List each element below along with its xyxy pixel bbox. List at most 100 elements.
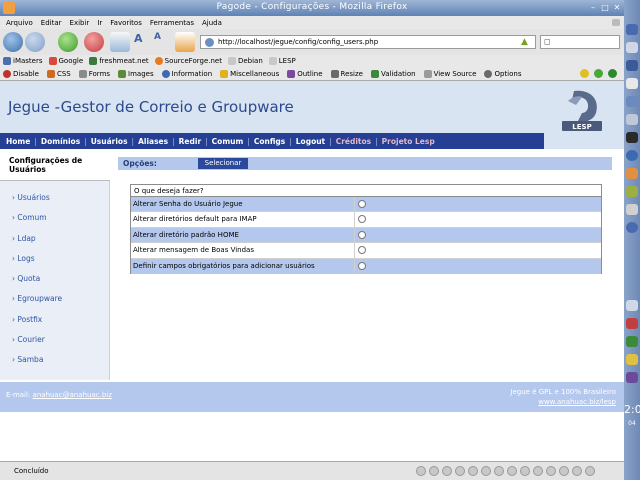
panel-app-icon[interactable] bbox=[626, 60, 638, 71]
status-icon[interactable] bbox=[494, 466, 504, 476]
select-button[interactable]: Selecionar bbox=[198, 158, 248, 169]
dev-view-source[interactable]: View Source bbox=[423, 69, 476, 78]
nav-configs[interactable]: Configs bbox=[254, 137, 285, 146]
choice-radio[interactable] bbox=[358, 230, 366, 239]
site-link[interactable]: www.anahuac.biz/lesp bbox=[538, 398, 616, 406]
nav-home[interactable]: Home bbox=[6, 137, 30, 146]
js-check-icon[interactable] bbox=[608, 69, 617, 78]
minimize-icon[interactable]: – bbox=[588, 3, 598, 13]
resize-icon bbox=[330, 69, 339, 78]
panel-app-icon[interactable] bbox=[626, 114, 638, 125]
nav-dominios[interactable]: Domínios bbox=[41, 137, 80, 146]
status-icon[interactable] bbox=[520, 466, 530, 476]
menu-ferramentas[interactable]: Ferramentas bbox=[150, 19, 194, 27]
sidebar-item-courier[interactable]: › Courier bbox=[0, 335, 110, 355]
css-check-icon[interactable] bbox=[580, 69, 589, 78]
menu-ajuda[interactable]: Ajuda bbox=[202, 19, 222, 27]
home-icon[interactable] bbox=[110, 32, 130, 52]
bookmark-lesp[interactable]: LESP bbox=[268, 57, 296, 65]
sidebar-item-comum[interactable]: › Comum bbox=[0, 213, 110, 233]
sidebar-item-egroupware[interactable]: › Egroupware bbox=[0, 294, 110, 314]
maximize-icon[interactable]: □ bbox=[600, 3, 610, 13]
panel-app-icon[interactable] bbox=[626, 372, 638, 383]
panel-app-icon[interactable] bbox=[626, 96, 638, 107]
menu-favoritos[interactable]: Favoritos bbox=[110, 19, 142, 27]
stop-icon[interactable] bbox=[84, 32, 104, 52]
forward-icon[interactable] bbox=[25, 32, 45, 52]
back-icon[interactable] bbox=[3, 32, 23, 52]
status-icon[interactable] bbox=[559, 466, 569, 476]
dev-options[interactable]: Options bbox=[484, 69, 521, 78]
status-icon[interactable] bbox=[468, 466, 478, 476]
sidebar-item-samba[interactable]: › Samba bbox=[0, 355, 110, 375]
choice-radio[interactable] bbox=[358, 215, 366, 224]
bookmark-sourceforge[interactable]: SourceForge.net bbox=[154, 57, 222, 65]
search-box[interactable]: ◻ bbox=[540, 35, 620, 49]
panel-app-icon[interactable] bbox=[626, 150, 638, 161]
panel-app-icon[interactable] bbox=[626, 168, 638, 179]
bookmark-imasters[interactable]: iMasters bbox=[3, 57, 43, 65]
dev-validation[interactable]: Validation bbox=[370, 69, 416, 78]
panel-app-icon[interactable] bbox=[626, 132, 638, 143]
text-smaller-icon[interactable]: A bbox=[154, 32, 174, 52]
nav-projeto-lesp[interactable]: Projeto Lesp bbox=[382, 137, 435, 146]
menu-editar[interactable]: Editar bbox=[41, 19, 62, 27]
print-icon[interactable] bbox=[175, 32, 195, 52]
email-link[interactable]: anahuac@anahuac.biz bbox=[33, 391, 112, 399]
panel-app-icon[interactable] bbox=[626, 24, 638, 35]
dev-resize[interactable]: Resize bbox=[330, 69, 363, 78]
panel-app-icon[interactable] bbox=[626, 318, 638, 329]
dev-css[interactable]: CSS bbox=[46, 69, 71, 78]
status-icon[interactable] bbox=[572, 466, 582, 476]
sidebar-item-logs[interactable]: › Logs bbox=[0, 254, 110, 274]
panel-app-icon[interactable] bbox=[626, 336, 638, 347]
nav-comum[interactable]: Comum bbox=[212, 137, 244, 146]
dev-forms[interactable]: Forms bbox=[78, 69, 110, 78]
status-icon[interactable] bbox=[533, 466, 543, 476]
nav-usuarios[interactable]: Usuários bbox=[91, 137, 128, 146]
sidebar-item-quota[interactable]: › Quota bbox=[0, 274, 110, 294]
panel-app-icon[interactable] bbox=[626, 78, 638, 89]
nav-redir[interactable]: Redir bbox=[179, 137, 202, 146]
choice-radio[interactable] bbox=[358, 246, 366, 255]
panel-app-icon[interactable] bbox=[626, 222, 638, 233]
sidebar-item-usuarios[interactable]: › Usuários bbox=[0, 193, 110, 213]
menu-exibir[interactable]: Exibir bbox=[70, 19, 90, 27]
dev-images[interactable]: Images bbox=[118, 69, 154, 78]
status-icon[interactable] bbox=[481, 466, 491, 476]
reload-icon[interactable] bbox=[58, 32, 78, 52]
status-icon[interactable] bbox=[429, 466, 439, 476]
text-larger-icon[interactable]: A bbox=[134, 32, 154, 52]
dev-disable[interactable]: Disable bbox=[3, 69, 39, 78]
panel-app-icon[interactable] bbox=[626, 204, 638, 215]
panel-app-icon[interactable] bbox=[626, 42, 638, 53]
dev-outline[interactable]: Outline bbox=[287, 69, 323, 78]
bookmark-google[interactable]: Google bbox=[48, 57, 83, 65]
bookmark-debian[interactable]: Debian bbox=[227, 57, 263, 65]
nav-logout[interactable]: Logout bbox=[296, 137, 325, 146]
status-icon[interactable] bbox=[546, 466, 556, 476]
sidebar-item-ldap[interactable]: › Ldap bbox=[0, 234, 110, 254]
close-icon[interactable]: ✕ bbox=[612, 3, 622, 13]
choice-radio[interactable] bbox=[358, 261, 366, 270]
panel-app-icon[interactable] bbox=[626, 186, 638, 197]
bookmark-freshmeat[interactable]: freshmeat.net bbox=[89, 57, 149, 65]
address-bar[interactable]: http://localhost/jegue/config/config_use… bbox=[200, 35, 536, 49]
sidebar-item-postfix[interactable]: › Postfix bbox=[0, 315, 110, 335]
status-icon[interactable] bbox=[442, 466, 452, 476]
dev-miscellaneous[interactable]: Miscellaneous bbox=[220, 69, 279, 78]
go-icon[interactable]: ▲ bbox=[521, 38, 531, 47]
nav-creditos[interactable]: Créditos bbox=[336, 137, 371, 146]
choice-radio[interactable] bbox=[358, 200, 366, 208]
panel-app-icon[interactable] bbox=[626, 300, 638, 311]
status-icon[interactable] bbox=[507, 466, 517, 476]
status-icon[interactable] bbox=[455, 466, 465, 476]
menu-arquivo[interactable]: Arquivo bbox=[6, 19, 33, 27]
nav-aliases[interactable]: Aliases bbox=[138, 137, 168, 146]
status-icon[interactable] bbox=[585, 466, 595, 476]
status-icon[interactable] bbox=[416, 466, 426, 476]
panel-app-icon[interactable] bbox=[626, 354, 638, 365]
menu-ir[interactable]: Ir bbox=[97, 19, 102, 27]
dev-information[interactable]: Information bbox=[161, 69, 212, 78]
html-check-icon[interactable] bbox=[594, 69, 603, 78]
